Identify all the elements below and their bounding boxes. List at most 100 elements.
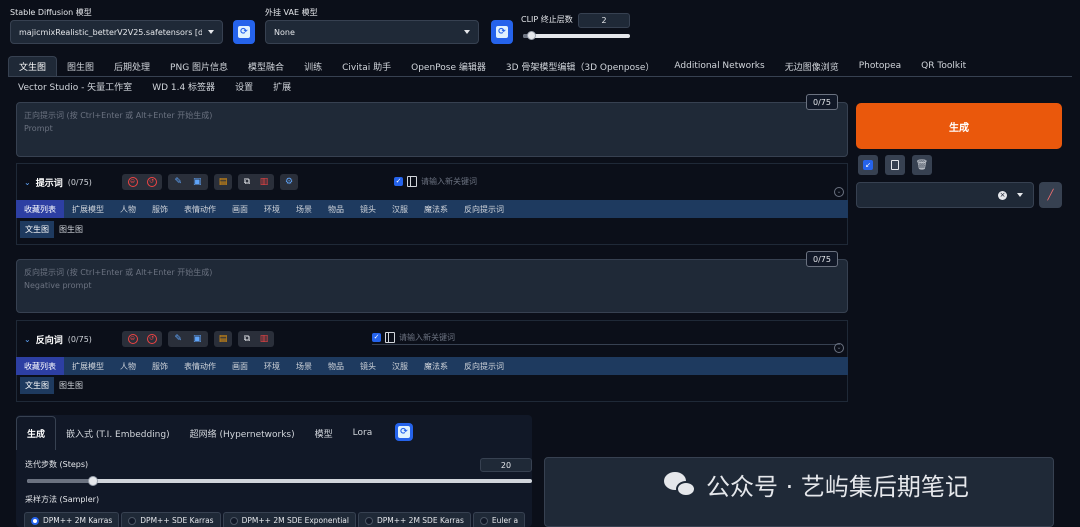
main-tab[interactable]: 模型融合 [238,56,294,76]
translate-icon[interactable]: ✎ [174,177,182,187]
bottom-tab[interactable]: 模型 [305,416,343,450]
main-tab[interactable]: 无边图像浏览 [775,56,849,76]
main-tab[interactable]: PNG 图片信息 [160,56,238,76]
delete-icon[interactable]: ▥ [260,334,269,344]
refresh-networks-button[interactable]: ⟳ [395,423,413,441]
negative-keyword-input[interactable]: ✓ 请输入新关键词 [372,332,840,345]
collapse-icon[interactable]: ⌄ [834,187,844,197]
category-tab[interactable]: 魔法系 [416,357,456,375]
read-params-button[interactable]: ↙ [858,155,878,175]
sampler-option[interactable]: Euler a [472,512,526,527]
clear-icon[interactable]: ⊖ [127,334,138,344]
main-tab[interactable]: Civitai 助手 [332,56,401,76]
category-tab[interactable]: 画面 [224,200,256,218]
favorite-icon[interactable]: ▤ [219,334,228,344]
favorite-icon[interactable]: ▤ [219,177,228,187]
category-tab[interactable]: 收藏列表 [16,200,64,218]
category-tab[interactable]: 汉服 [384,357,416,375]
category-tab[interactable]: 环境 [256,357,288,375]
category-tab[interactable]: 物品 [320,200,352,218]
clear-icon[interactable]: ⊖ [127,177,138,187]
sampler-option[interactable]: DPM++ 2M SDE Karras [357,512,471,527]
main-tab[interactable]: QR Toolkit [911,56,976,76]
main-tab[interactable]: 后期处理 [104,56,160,76]
category-tab[interactable]: 魔法系 [416,200,456,218]
edit-styles-button[interactable]: ╱ [1039,182,1062,208]
sd-model-dropdown[interactable]: majicmixRealistic_betterV2V25.safetensor… [10,20,223,44]
sampler-option[interactable]: DPM++ SDE Karras [121,512,221,527]
clip-slider-thumb[interactable] [526,31,536,40]
main-tab[interactable]: OpenPose 编辑器 [401,56,496,76]
category-tab[interactable]: 反向提示词 [456,357,512,375]
main-tab[interactable]: 3D 骨架模型编辑（3D Openpose） [496,56,665,76]
steps-slider-thumb[interactable] [87,476,98,486]
sub-tab[interactable]: 图生图 [54,221,88,238]
category-tab[interactable]: 环境 [256,200,288,218]
clip-slider[interactable] [523,31,630,40]
main-tab[interactable]: Photopea [849,56,911,76]
sub-tab[interactable]: 文生图 [20,377,54,394]
category-tab[interactable]: 镜头 [352,200,384,218]
sampler-option[interactable]: DPM++ 2M Karras [24,512,120,527]
sub-tab[interactable]: 图生图 [54,377,88,394]
settings-icon[interactable]: ⚙ [285,177,293,187]
bottom-tab[interactable]: 嵌入式 (T.I. Embedding) [56,416,180,450]
delete-icon[interactable]: ▥ [260,177,269,187]
category-tab[interactable]: 场景 [288,200,320,218]
sub-tab[interactable]: 文生图 [20,221,54,238]
chevron-down-icon[interactable]: ⌄ [24,335,31,344]
prompt-textarea[interactable]: 正向提示词 (按 Ctrl+Enter 或 Alt+Enter 开始生成) Pr… [16,102,848,157]
prompt-keyword-input[interactable]: ✓ 请输入新关键词 [394,176,846,187]
copy-icon[interactable]: ▣ [193,334,202,344]
duplicate-icon[interactable]: ⧉ [244,334,250,344]
category-tab[interactable]: 表情动作 [176,357,224,375]
refresh-sd-model-button[interactable]: ⟳ [233,20,255,44]
category-tab[interactable]: 服饰 [144,200,176,218]
collapse-icon[interactable]: ⌄ [834,343,844,353]
category-tab[interactable]: 汉服 [384,200,416,218]
category-tab[interactable]: 人物 [112,200,144,218]
checkbox-icon[interactable]: ✓ [394,177,403,186]
category-tab[interactable]: 收藏列表 [16,357,64,375]
bottom-tab[interactable]: 生成 [16,416,57,450]
category-tab[interactable]: 人物 [112,357,144,375]
category-tab[interactable]: 表情动作 [176,200,224,218]
main-tab[interactable]: 图生图 [57,56,104,76]
checkbox-icon[interactable]: ✓ [372,333,381,342]
refresh-vae-button[interactable]: ⟳ [491,20,513,44]
vae-dropdown[interactable]: None [265,20,479,44]
undo-icon[interactable]: ↺ [146,334,157,344]
translate-icon[interactable]: ✎ [174,334,182,344]
main-tab[interactable]: WD 1.4 标签器 [142,76,225,96]
main-tab[interactable]: Additional Networks [664,56,774,76]
bottom-tab[interactable]: Lora [343,416,383,450]
duplicate-icon[interactable]: ⧉ [244,177,250,187]
clear-icon[interactable]: × [998,190,1007,200]
negative-prompt-textarea[interactable]: 反向提示词 (按 Ctrl+Enter 或 Alt+Enter 开始生成) Ne… [16,259,848,313]
steps-input[interactable]: 20 [480,458,532,472]
category-tab[interactable]: 扩展模型 [64,357,112,375]
category-tab[interactable]: 镜头 [352,357,384,375]
category-tab[interactable]: 反向提示词 [456,200,512,218]
category-tab[interactable]: 服饰 [144,357,176,375]
generate-button[interactable]: 生成 [856,103,1062,149]
paste-button[interactable] [885,155,905,175]
chevron-down-icon[interactable]: ⌄ [24,178,31,187]
category-tab[interactable]: 物品 [320,357,352,375]
main-tab[interactable]: 训练 [294,56,332,76]
category-tab[interactable]: 扩展模型 [64,200,112,218]
sampler-option[interactable]: DPM++ 2M SDE Exponential [222,512,356,527]
undo-icon[interactable]: ↺ [146,177,157,187]
main-tab[interactable]: 设置 [225,76,263,96]
main-tab[interactable]: 文生图 [8,56,58,76]
category-tab[interactable]: 场景 [288,357,320,375]
main-tab[interactable]: Vector Studio - 矢量工作室 [8,76,142,96]
bottom-tab[interactable]: 超网络 (Hypernetworks) [180,416,305,450]
styles-dropdown[interactable]: × [856,182,1034,208]
copy-icon[interactable]: ▣ [193,177,202,187]
steps-slider[interactable] [27,476,532,486]
category-tab[interactable]: 画面 [224,357,256,375]
main-tab[interactable]: 扩展 [263,76,301,96]
clip-value-input[interactable]: 2 [578,13,630,28]
trash-button[interactable]: 🗑 [912,155,932,175]
